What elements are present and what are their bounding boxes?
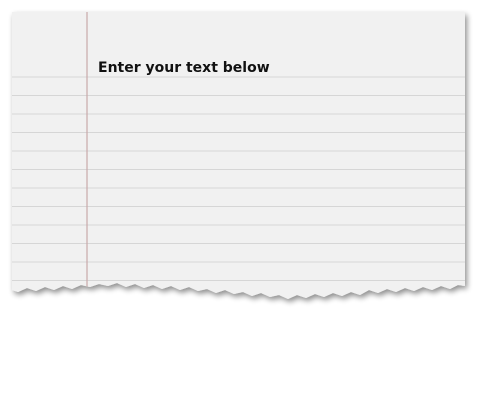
prompt-label: Enter your text below — [98, 60, 270, 76]
note-text-input[interactable] — [94, 84, 454, 272]
note-stage: Enter your text below — [0, 0, 480, 400]
